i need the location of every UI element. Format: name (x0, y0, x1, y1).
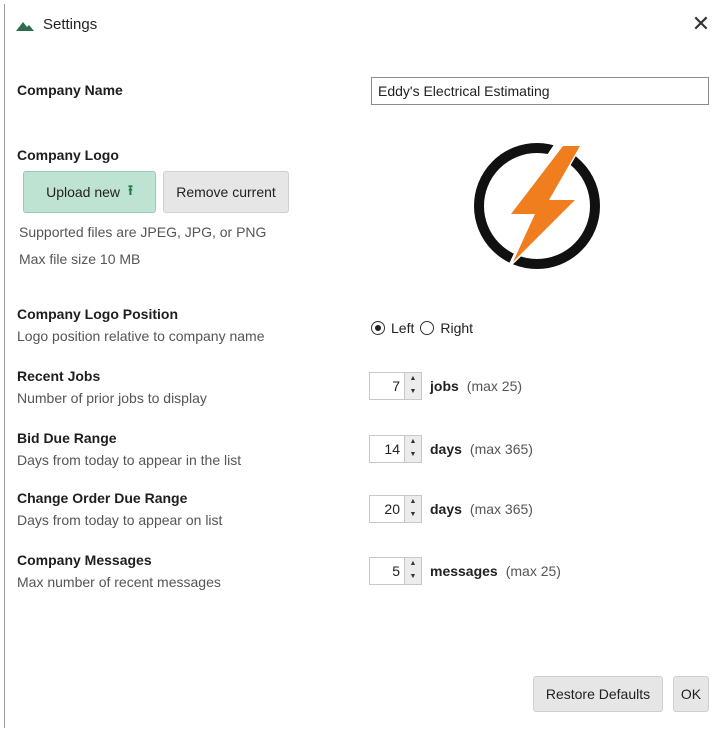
change-order-due-range-stepper[interactable]: 20 ▲ ▼ (369, 495, 422, 523)
change-order-due-range-spin: ▲ ▼ (404, 496, 421, 522)
company-messages-unit: messages (430, 563, 498, 579)
logo-position-label: Company Logo Position (17, 306, 178, 322)
bid-due-range-label: Bid Due Range (17, 430, 117, 446)
change-order-due-range-row: 20 ▲ ▼ days (max 365) (369, 494, 533, 524)
company-logo-label: Company Logo (17, 147, 119, 163)
company-logo-preview-image (474, 140, 600, 272)
bid-due-range-max: (max 365) (469, 441, 533, 457)
change-order-due-range-unit: days (430, 501, 462, 517)
title-bar: Settings ✕ (5, 4, 714, 46)
recent-jobs-max: (max 25) (466, 378, 523, 394)
bid-due-range-spin: ▲ ▼ (404, 436, 421, 462)
max-file-size-note: Max file size 10 MB (19, 251, 141, 267)
logo-position-description: Logo position relative to company name (17, 328, 265, 344)
spin-up-icon[interactable]: ▲ (405, 558, 421, 571)
radio-right-label: Right (440, 320, 474, 336)
company-messages-spin: ▲ ▼ (404, 558, 421, 584)
change-order-due-range-description: Days from today to appear on list (17, 512, 223, 528)
recent-jobs-value[interactable]: 7 (370, 373, 404, 399)
settings-dialog: Settings ✕ Company Name Company Logo Upl… (4, 4, 713, 728)
supported-files-note: Supported files are JPEG, JPG, or PNG (19, 224, 267, 240)
bid-due-range-unit: days (430, 441, 462, 457)
upload-new-button[interactable]: Upload new ⭱ (23, 171, 156, 213)
spin-down-icon[interactable]: ▼ (405, 449, 421, 462)
recent-jobs-unit: jobs (430, 378, 459, 394)
spin-up-icon[interactable]: ▲ (405, 436, 421, 449)
bid-due-range-description: Days from today to appear in the list (17, 452, 242, 468)
company-messages-row: 5 ▲ ▼ messages (max 25) (369, 556, 561, 586)
ok-button[interactable]: OK (673, 676, 709, 712)
remove-current-button[interactable]: Remove current (163, 171, 289, 213)
company-name-input[interactable] (371, 77, 709, 105)
recent-jobs-stepper[interactable]: 7 ▲ ▼ (369, 372, 422, 400)
radio-left[interactable] (371, 321, 385, 335)
company-messages-label: Company Messages (17, 552, 152, 568)
company-name-label: Company Name (17, 82, 123, 98)
spin-down-icon[interactable]: ▼ (405, 571, 421, 584)
bid-due-range-value[interactable]: 14 (370, 436, 404, 462)
company-messages-description: Max number of recent messages (17, 574, 221, 590)
change-order-due-range-max: (max 365) (469, 501, 533, 517)
recent-jobs-row: 7 ▲ ▼ jobs (max 25) (369, 371, 522, 401)
close-button[interactable]: ✕ (689, 13, 713, 37)
app-logo-icon (16, 22, 34, 31)
recent-jobs-spin: ▲ ▼ (404, 373, 421, 399)
restore-defaults-button[interactable]: Restore Defaults (533, 676, 663, 712)
spin-down-icon[interactable]: ▼ (405, 386, 421, 399)
recent-jobs-label: Recent Jobs (17, 368, 101, 384)
upload-button-label: Upload new (46, 184, 121, 200)
company-messages-max: (max 25) (505, 563, 561, 579)
upload-arrow-icon: ⭱ (128, 182, 133, 198)
radio-right[interactable] (420, 321, 435, 335)
window-title: Settings (43, 16, 98, 33)
company-messages-stepper[interactable]: 5 ▲ ▼ (369, 557, 422, 585)
change-order-due-range-label: Change Order Due Range (17, 490, 188, 506)
spin-down-icon[interactable]: ▼ (405, 509, 421, 522)
company-messages-value[interactable]: 5 (370, 558, 404, 584)
spin-up-icon[interactable]: ▲ (405, 373, 421, 386)
bid-due-range-row: 14 ▲ ▼ days (max 365) (369, 434, 533, 464)
radio-left-label: Left (391, 320, 415, 336)
change-order-due-range-value[interactable]: 20 (370, 496, 404, 522)
spin-up-icon[interactable]: ▲ (405, 496, 421, 509)
bid-due-range-stepper[interactable]: 14 ▲ ▼ (369, 435, 422, 463)
logo-position-radio-group: Left Right (371, 317, 479, 339)
recent-jobs-description: Number of prior jobs to display (17, 390, 207, 406)
